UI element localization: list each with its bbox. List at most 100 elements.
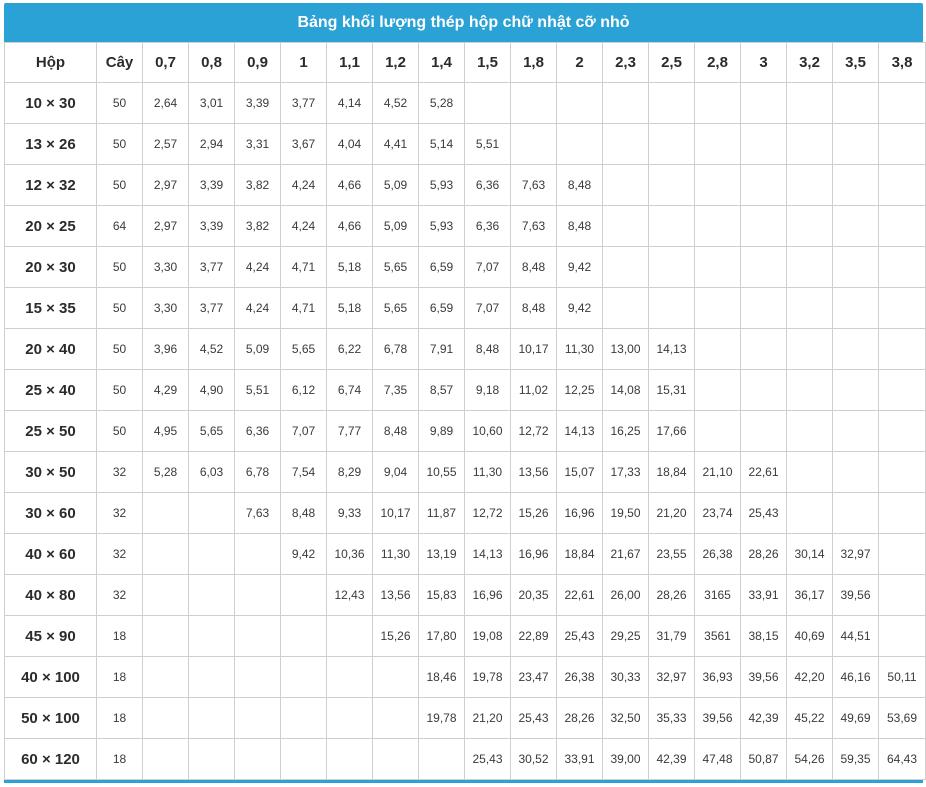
weight-cell — [878, 328, 926, 370]
weight-cell — [326, 697, 373, 739]
weight-cell — [694, 328, 741, 370]
weight-cell: 15,31 — [648, 369, 695, 411]
weight-cell: 3,30 — [142, 287, 189, 329]
weight-cell: 32,97 — [832, 533, 879, 575]
header-thickness: 0,7 — [142, 42, 189, 83]
weight-cell: 13,56 — [510, 451, 557, 493]
weight-cell — [832, 410, 879, 452]
weight-cell — [510, 123, 557, 165]
weight-cell: 7,07 — [464, 287, 511, 329]
weight-cell: 5,51 — [234, 369, 281, 411]
weight-cell: 22,61 — [556, 574, 603, 616]
weight-cell — [786, 164, 833, 206]
table-body: 10 × 30 50 2,64 3,01 3,39 3,77 4,14 4,52 5,28 13 … — [4, 82, 926, 780]
weight-cell: 5,65 — [188, 410, 235, 452]
weight-cell: 4,41 — [372, 123, 419, 165]
row-count: 50 — [96, 369, 143, 411]
weight-cell: 3,39 — [234, 82, 281, 124]
weight-cell: 4,24 — [234, 246, 281, 288]
weight-cell: 5,65 — [280, 328, 327, 370]
table-row: 20 × 40 50 3,96 4,52 5,09 5,65 6,22 6,78 7,91 8,4… — [4, 328, 926, 370]
row-size: 25 × 50 — [4, 410, 97, 452]
weight-cell: 30,52 — [510, 738, 557, 780]
weight-cell: 7,63 — [510, 205, 557, 247]
weight-cell — [786, 451, 833, 493]
weight-cell: 10,60 — [464, 410, 511, 452]
weight-cell: 15,07 — [556, 451, 603, 493]
table-row: 25 × 50 50 4,95 5,65 6,36 7,07 7,77 8,48 9,89 10,… — [4, 410, 926, 452]
weight-cell: 4,52 — [372, 82, 419, 124]
header-size: Hộp — [4, 42, 97, 83]
weight-cell: 25,43 — [464, 738, 511, 780]
row-count: 18 — [96, 738, 143, 780]
weight-cell: 28,26 — [740, 533, 787, 575]
weight-cell — [188, 738, 235, 780]
header-thickness: 1,2 — [372, 42, 419, 83]
weight-cell — [786, 492, 833, 534]
weight-cell: 18,46 — [418, 656, 465, 698]
weight-cell: 3,77 — [188, 287, 235, 329]
weight-cell — [694, 164, 741, 206]
weight-cell: 16,96 — [556, 492, 603, 534]
weight-cell — [832, 205, 879, 247]
weight-cell: 39,00 — [602, 738, 649, 780]
table-row: 40 × 100 18 18,46 19,78 23,47 26,38 30,33 32,97… — [4, 656, 926, 698]
weight-cell: 54,26 — [786, 738, 833, 780]
weight-cell: 7,07 — [280, 410, 327, 452]
row-size: 12 × 32 — [4, 164, 97, 206]
weight-cell: 3,96 — [142, 328, 189, 370]
row-count: 32 — [96, 492, 143, 534]
row-count: 50 — [96, 287, 143, 329]
weight-cell: 5,93 — [418, 164, 465, 206]
weight-cell — [602, 205, 649, 247]
row-size: 60 × 120 — [4, 738, 97, 780]
weight-cell: 3,30 — [142, 246, 189, 288]
weight-cell: 35,33 — [648, 697, 695, 739]
row-count: 32 — [96, 533, 143, 575]
row-size: 20 × 25 — [4, 205, 97, 247]
weight-cell: 8,48 — [510, 246, 557, 288]
weight-cell — [188, 697, 235, 739]
row-size: 40 × 100 — [4, 656, 97, 698]
weight-cell: 8,48 — [556, 205, 603, 247]
weight-cell: 4,24 — [280, 205, 327, 247]
weight-cell — [832, 82, 879, 124]
row-size: 20 × 40 — [4, 328, 97, 370]
weight-cell: 13,19 — [418, 533, 465, 575]
weight-cell: 18,84 — [648, 451, 695, 493]
weight-cell: 5,65 — [372, 287, 419, 329]
weight-cell: 26,00 — [602, 574, 649, 616]
weight-cell — [326, 738, 373, 780]
weight-cell: 53,69 — [878, 697, 926, 739]
row-count: 50 — [96, 82, 143, 124]
weight-cell — [786, 205, 833, 247]
weight-cell: 7,35 — [372, 369, 419, 411]
weight-cell: 3,31 — [234, 123, 281, 165]
weight-cell: 11,30 — [464, 451, 511, 493]
weight-cell — [740, 82, 787, 124]
weight-cell: 42,39 — [648, 738, 695, 780]
weight-cell — [878, 369, 926, 411]
weight-cell: 3,82 — [234, 205, 281, 247]
weight-cell: 36,17 — [786, 574, 833, 616]
weight-cell — [372, 738, 419, 780]
weight-cell: 32,50 — [602, 697, 649, 739]
weight-cell — [142, 738, 189, 780]
weight-cell — [648, 246, 695, 288]
table-row: 40 × 80 32 12,43 13,56 15,83 16,96 20,35 22,61 2… — [4, 574, 926, 616]
weight-cell: 4,66 — [326, 205, 373, 247]
weight-cell — [832, 369, 879, 411]
weight-cell: 5,14 — [418, 123, 465, 165]
weight-cell: 8,48 — [510, 287, 557, 329]
header-thickness: 2,5 — [648, 42, 695, 83]
weight-cell — [372, 697, 419, 739]
weight-cell: 59,35 — [832, 738, 879, 780]
weight-cell — [188, 533, 235, 575]
weight-cell: 8,48 — [464, 328, 511, 370]
weight-cell: 5,28 — [142, 451, 189, 493]
weight-cell — [602, 123, 649, 165]
weight-cell: 26,38 — [694, 533, 741, 575]
weight-cell — [740, 328, 787, 370]
weight-cell — [878, 246, 926, 288]
header-row: Hộp Cây 0,7 0,8 0,9 1 1,1 1,2 1,4 1,5 1,8 2 2,3 2,5 2,… — [4, 42, 926, 83]
